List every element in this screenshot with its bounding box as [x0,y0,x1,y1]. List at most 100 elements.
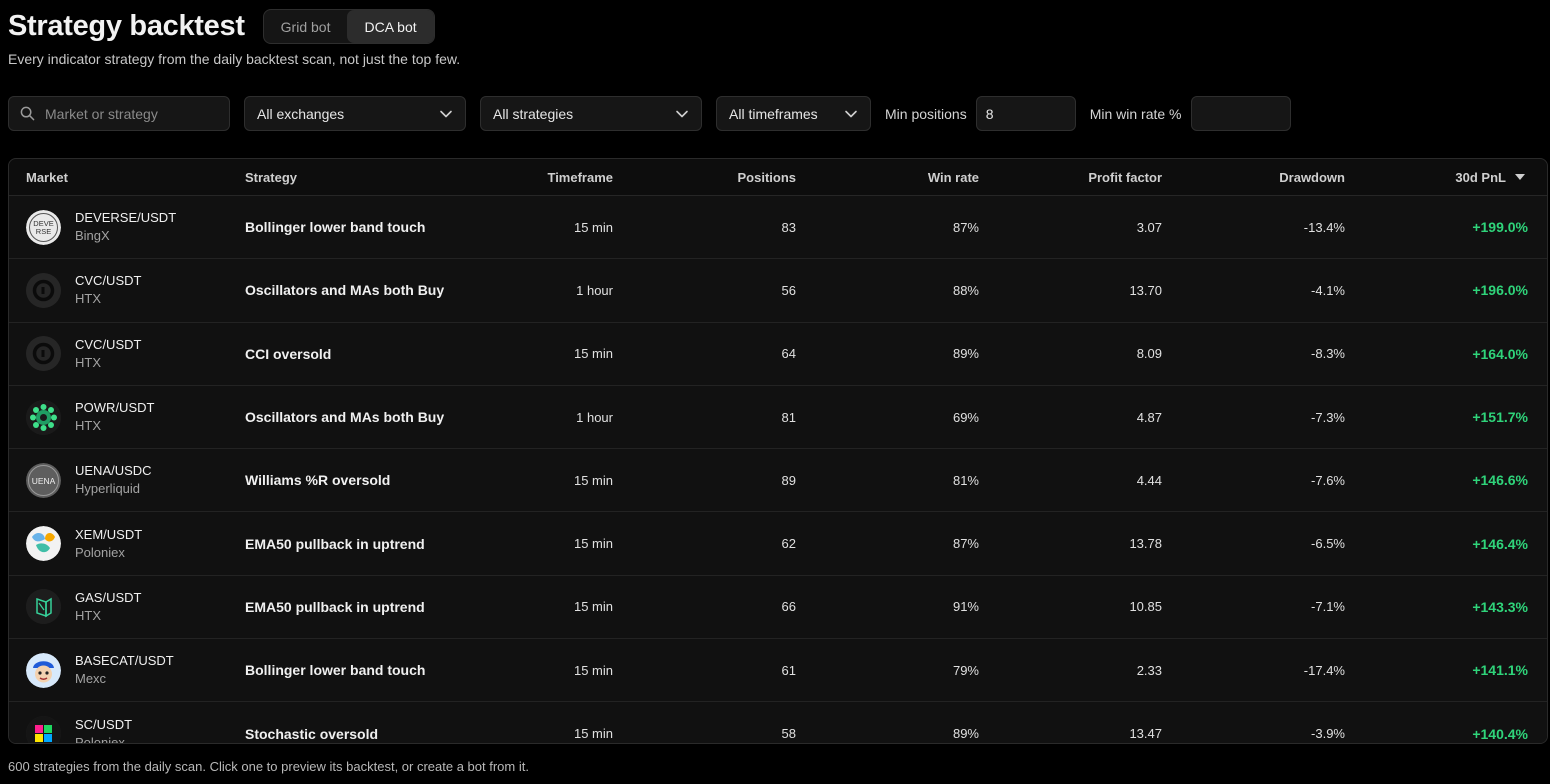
min-positions-label: Min positions [885,105,967,122]
market-exchange: Mexc [75,671,107,687]
table-row[interactable]: XEM/USDT Poloniex EMA50 pullback in uptren… [9,512,1547,576]
uena-icon: UENA [26,462,61,498]
market-pair: CVC/USDT [75,336,142,352]
market-pair: XEM/USDT [75,526,143,542]
table-row[interactable]: GAS/USDT HTX EMA50 pullback in uptrend 15 m… [9,575,1547,640]
positions-value: 64 [781,346,796,362]
win-rate-value: 69% [952,409,979,425]
col-market[interactable]: Market [9,170,245,185]
positions-value: 58 [781,726,796,742]
strategy-name: Williams %R oversold [245,472,391,489]
pnl-value: +196.0% [1472,282,1528,299]
filter-bar: Market or strategy All exchanges All str… [8,96,1291,131]
min-positions-field[interactable] [975,96,1076,131]
market-pair: POWR/USDT [75,400,155,416]
bot-type-toggle: Grid bot DCA bot [262,9,435,44]
market-exchange: HTX [75,354,101,370]
chevron-down-icon [676,110,688,117]
exchange-select[interactable]: All exchanges [244,96,466,131]
timeframe-value: 15 min [573,219,613,235]
col-drawdown[interactable]: Drawdown [1162,170,1345,185]
pnl-value: +143.3% [1472,598,1528,615]
market-exchange: Poloniex [75,544,125,560]
exchange-select-value: All exchanges [257,105,345,122]
col-strategy[interactable]: Strategy [245,170,525,185]
win-rate-value: 87% [952,536,979,552]
page-header: Strategy backtest Grid bot DCA bot [8,9,435,44]
market-pair: SC/USDT [75,716,133,732]
market-pair: CVC/USDT [75,273,142,289]
strategy-select[interactable]: All strategies [480,96,702,131]
strategy-name: Stochastic oversold [245,725,379,742]
profit-factor-value: 8.09 [1136,346,1162,362]
cvc-icon [26,272,61,308]
cvc-icon [26,336,61,372]
pnl-value: +164.0% [1472,345,1528,362]
table-row[interactable]: DEVE RSE DEVERSE/USDT BingX Bollinger lower … [9,196,1547,260]
table-row[interactable]: BASECAT/USDT Mexc Bollinger lower band tou… [9,639,1547,703]
win-rate-value: 88% [952,282,979,298]
positions-value: 83 [781,219,796,235]
col-timeframe[interactable]: Timeframe [525,170,613,185]
positions-value: 89 [781,472,796,488]
market-cell: CVC/USDT HTX [9,336,245,372]
search-box[interactable]: Market or strategy [8,96,230,131]
grid-bot-tab[interactable]: Grid bot [264,10,348,43]
svg-text:UENA: UENA [32,476,56,486]
table-row[interactable]: UENA UENA/USDC Hyperliquid Williams %R over… [9,449,1547,513]
market-text: XEM/USDT Poloniex [75,526,142,562]
positions-value: 62 [781,536,796,552]
market-cell: GAS/USDT HTX [9,589,245,625]
market-pair: UENA/USDC [75,463,152,479]
drawdown-value: -8.3% [1311,346,1345,362]
strategy-name: EMA50 pullback in uptrend [245,598,425,615]
min-win-rate-input[interactable] [1200,105,1281,122]
timeframe-value: 1 hour [576,409,613,425]
market-pair: BASECAT/USDT [75,653,174,669]
win-rate-value: 91% [952,599,979,615]
timeframe-value: 15 min [573,472,613,488]
table-header: Market Strategy Timeframe Positions Win … [9,159,1547,196]
dca-bot-tab[interactable]: DCA bot [347,10,434,43]
drawdown-value: -13.4% [1303,219,1345,235]
col-profit-factor[interactable]: Profit factor [979,170,1162,185]
market-cell: SC/USDT Poloniex [9,716,245,743]
col-win-rate[interactable]: Win rate [796,170,979,185]
profit-factor-value: 13.78 [1129,536,1162,552]
deverse-icon: DEVE RSE [26,209,61,245]
drawdown-value: -6.5% [1311,536,1345,552]
strategy-name: Oscillators and MAs both Buy [245,282,445,299]
table-body: DEVE RSE DEVERSE/USDT BingX Bollinger lower … [9,196,1547,743]
chevron-down-icon [845,110,857,117]
positions-value: 66 [781,599,796,615]
drawdown-value: -4.1% [1311,282,1345,298]
table-row[interactable]: CVC/USDT HTX Oscillators and MAs both Buy 1… [9,259,1547,323]
win-rate-value: 89% [952,726,979,742]
timeframe-value: 15 min [573,662,613,678]
min-positions-input[interactable] [985,105,1066,122]
strategy-table: Market Strategy Timeframe Positions Win … [8,158,1548,744]
profit-factor-value: 10.85 [1129,599,1162,615]
win-rate-value: 81% [952,472,979,488]
col-positions[interactable]: Positions [613,170,796,185]
timeframe-select[interactable]: All timeframes [716,96,871,131]
profit-factor-value: 3.07 [1136,219,1162,235]
table-row[interactable]: CVC/USDT HTX CCI oversold 15 min 64 89% 8.09 -8… [9,322,1547,386]
col-pnl[interactable]: 30d PnL [1345,170,1528,185]
table-row[interactable]: SC/USDT Poloniex Stochastic oversold 15 min… [9,702,1547,743]
chevron-down-icon [440,110,452,117]
drawdown-value: -3.9% [1311,726,1345,742]
table-row[interactable]: POWR/USDT HTX Oscillators and MAs both Buy… [9,385,1547,450]
min-win-rate-field[interactable] [1190,96,1291,131]
market-text: BASECAT/USDT Mexc [75,652,174,688]
market-text: SC/USDT Poloniex [75,716,133,743]
market-cell: POWR/USDT HTX [9,399,245,435]
market-exchange: HTX [75,607,101,623]
timeframe-value: 15 min [573,536,613,552]
pnl-value: +140.4% [1472,725,1528,742]
powr-icon [26,399,61,435]
market-cell: BASECAT/USDT Mexc [9,652,245,688]
timeframe-value: 1 hour [576,282,613,298]
market-text: DEVERSE/USDT BingX [75,209,176,245]
market-exchange: BingX [75,228,110,244]
